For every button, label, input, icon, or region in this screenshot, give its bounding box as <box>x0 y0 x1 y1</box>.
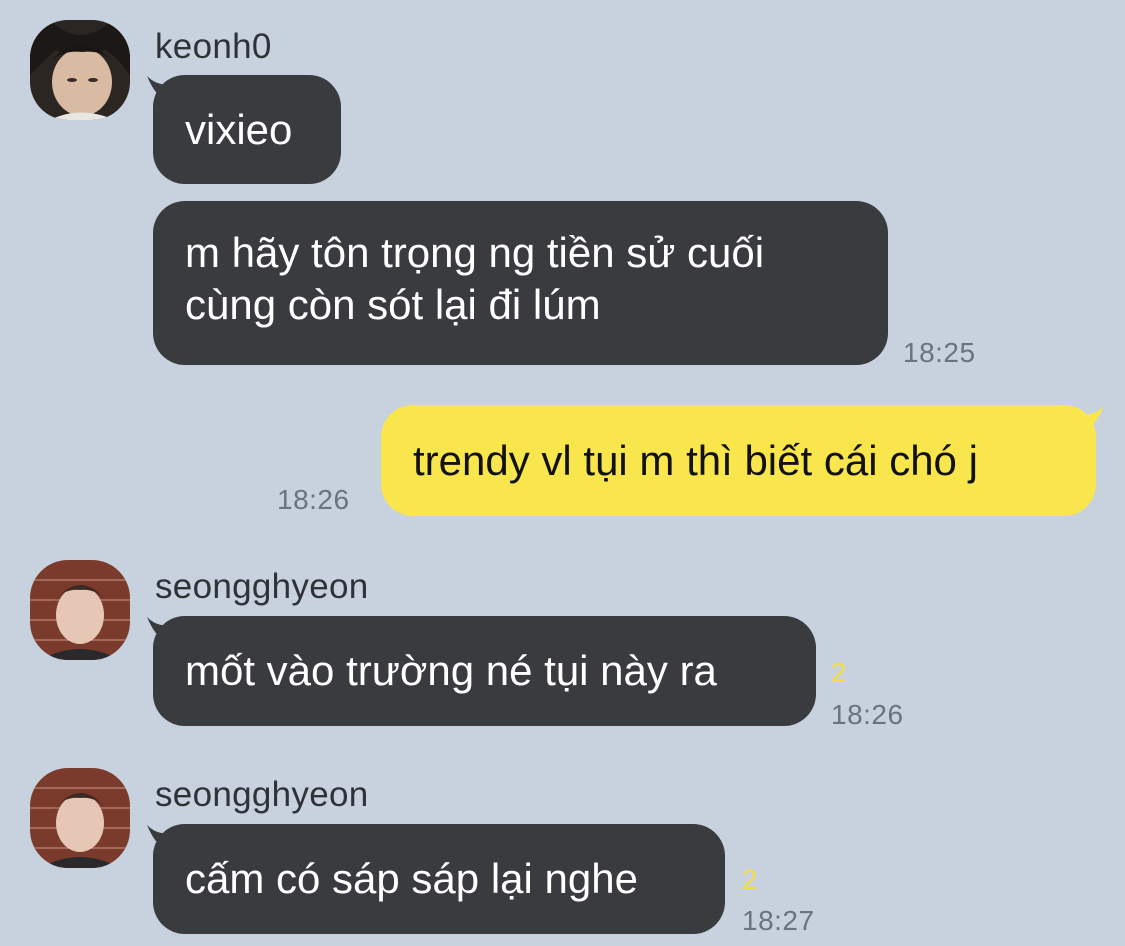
message-text: trendy vl tụi m thì biết cái chó j <box>413 436 978 484</box>
unread-count: 2 <box>831 657 847 688</box>
avatar-seongghyeon[interactable] <box>30 560 130 660</box>
message-bubble[interactable]: m hãy tôn trọng ng tiền sử cuối cùng còn… <box>153 201 888 365</box>
unread-count: 2 <box>742 864 758 895</box>
message-text: vixieo <box>185 105 293 153</box>
sender-name: seongghyeon <box>155 775 369 814</box>
message-text: mốt vào trường né tụi này ra <box>185 647 717 694</box>
my-message-bubble[interactable]: trendy vl tụi m thì biết cái chó j <box>381 405 1096 516</box>
message-bubble[interactable]: vixieo <box>153 75 341 184</box>
avatar-keonh0[interactable] <box>30 20 130 120</box>
message-bubble[interactable]: cấm có sáp sáp lại nghe <box>153 824 725 934</box>
bubble-tail <box>1082 406 1104 430</box>
message-timestamp: 18:26 <box>831 699 904 730</box>
message-text-line: cùng còn sót lại đi lúm <box>185 281 601 328</box>
sender-name: seongghyeon <box>155 567 369 606</box>
message-timestamp: 18:25 <box>903 337 976 368</box>
message-bubble[interactable]: mốt vào trường né tụi này ra <box>153 616 816 726</box>
message-timestamp: 18:27 <box>742 905 815 936</box>
message-timestamp: 18:26 <box>277 484 350 515</box>
sender-name: keonh0 <box>155 27 272 66</box>
avatar-seongghyeon[interactable] <box>30 768 130 868</box>
avatar-photo-icon <box>30 768 130 868</box>
message-text: cấm có sáp sáp lại nghe <box>185 855 638 902</box>
message-text-line: m hãy tôn trọng ng tiền sử cuối <box>185 229 765 276</box>
avatar-photo-icon <box>30 20 130 120</box>
avatar-photo-icon <box>30 560 130 660</box>
